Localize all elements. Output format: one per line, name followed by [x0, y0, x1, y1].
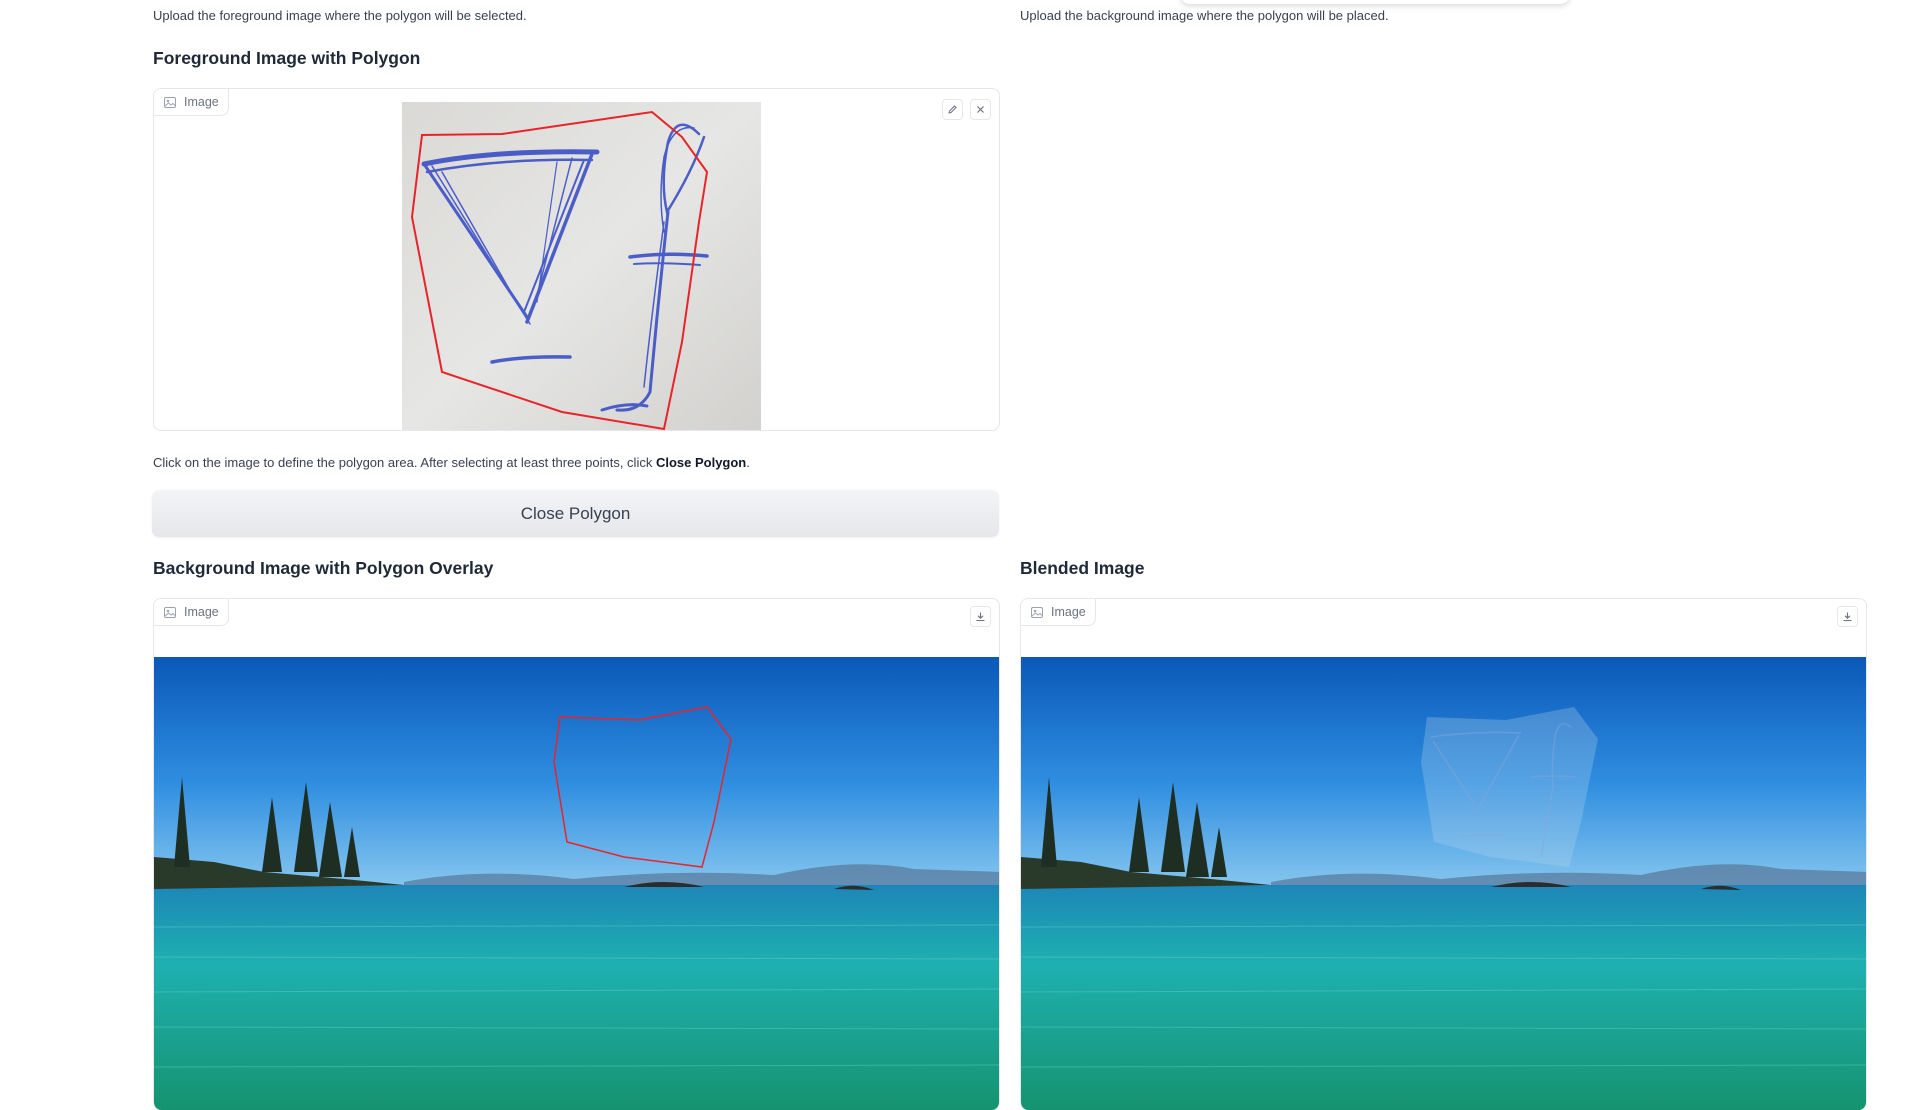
clear-image-button[interactable]	[970, 99, 991, 120]
download-icon	[1843, 612, 1852, 622]
foreground-image-panel: Image	[153, 88, 1000, 431]
instruction-bold: Close Polygon	[655, 455, 747, 470]
blended-section-title: Blended Image	[1020, 558, 1145, 578]
overlay-section-title: Background Image with Polygon Overlay	[153, 558, 494, 578]
polygon-instruction-text: Click on the image to define the polygon…	[153, 455, 750, 470]
overlay-background-image[interactable]	[154, 657, 1000, 1110]
foreground-image[interactable]	[402, 102, 761, 431]
foreground-badge-label: Image	[184, 95, 219, 109]
foreground-image-badge: Image	[154, 89, 229, 116]
edit-button[interactable]	[942, 99, 963, 120]
download-icon	[976, 612, 985, 622]
image-icon	[1031, 606, 1043, 618]
background-upload-description: Upload the background image where the po…	[1020, 8, 1389, 23]
overlay-image-panel: Image	[153, 598, 1000, 1110]
blended-image-badge: Image	[1021, 599, 1096, 626]
foreground-upload-description: Upload the foreground image where the po…	[153, 8, 527, 23]
close-icon	[977, 106, 984, 113]
foreground-section-title: Foreground Image with Polygon	[153, 48, 421, 68]
floating-toast-edge	[1180, 0, 1570, 4]
close-polygon-button[interactable]: Close Polygon	[152, 490, 999, 537]
image-icon	[164, 606, 176, 618]
pencil-icon	[948, 105, 957, 114]
blended-image-panel: Image	[1020, 598, 1867, 1110]
image-icon	[164, 96, 176, 108]
blended-badge-label: Image	[1051, 605, 1086, 619]
download-button[interactable]	[1837, 606, 1858, 627]
overlay-badge-label: Image	[184, 605, 219, 619]
download-button[interactable]	[970, 606, 991, 627]
instruction-suffix: .	[746, 455, 750, 470]
overlay-image-badge: Image	[154, 599, 229, 626]
blended-output-image[interactable]	[1021, 657, 1867, 1110]
instruction-prefix: Click on the image to define the polygon…	[153, 455, 656, 470]
